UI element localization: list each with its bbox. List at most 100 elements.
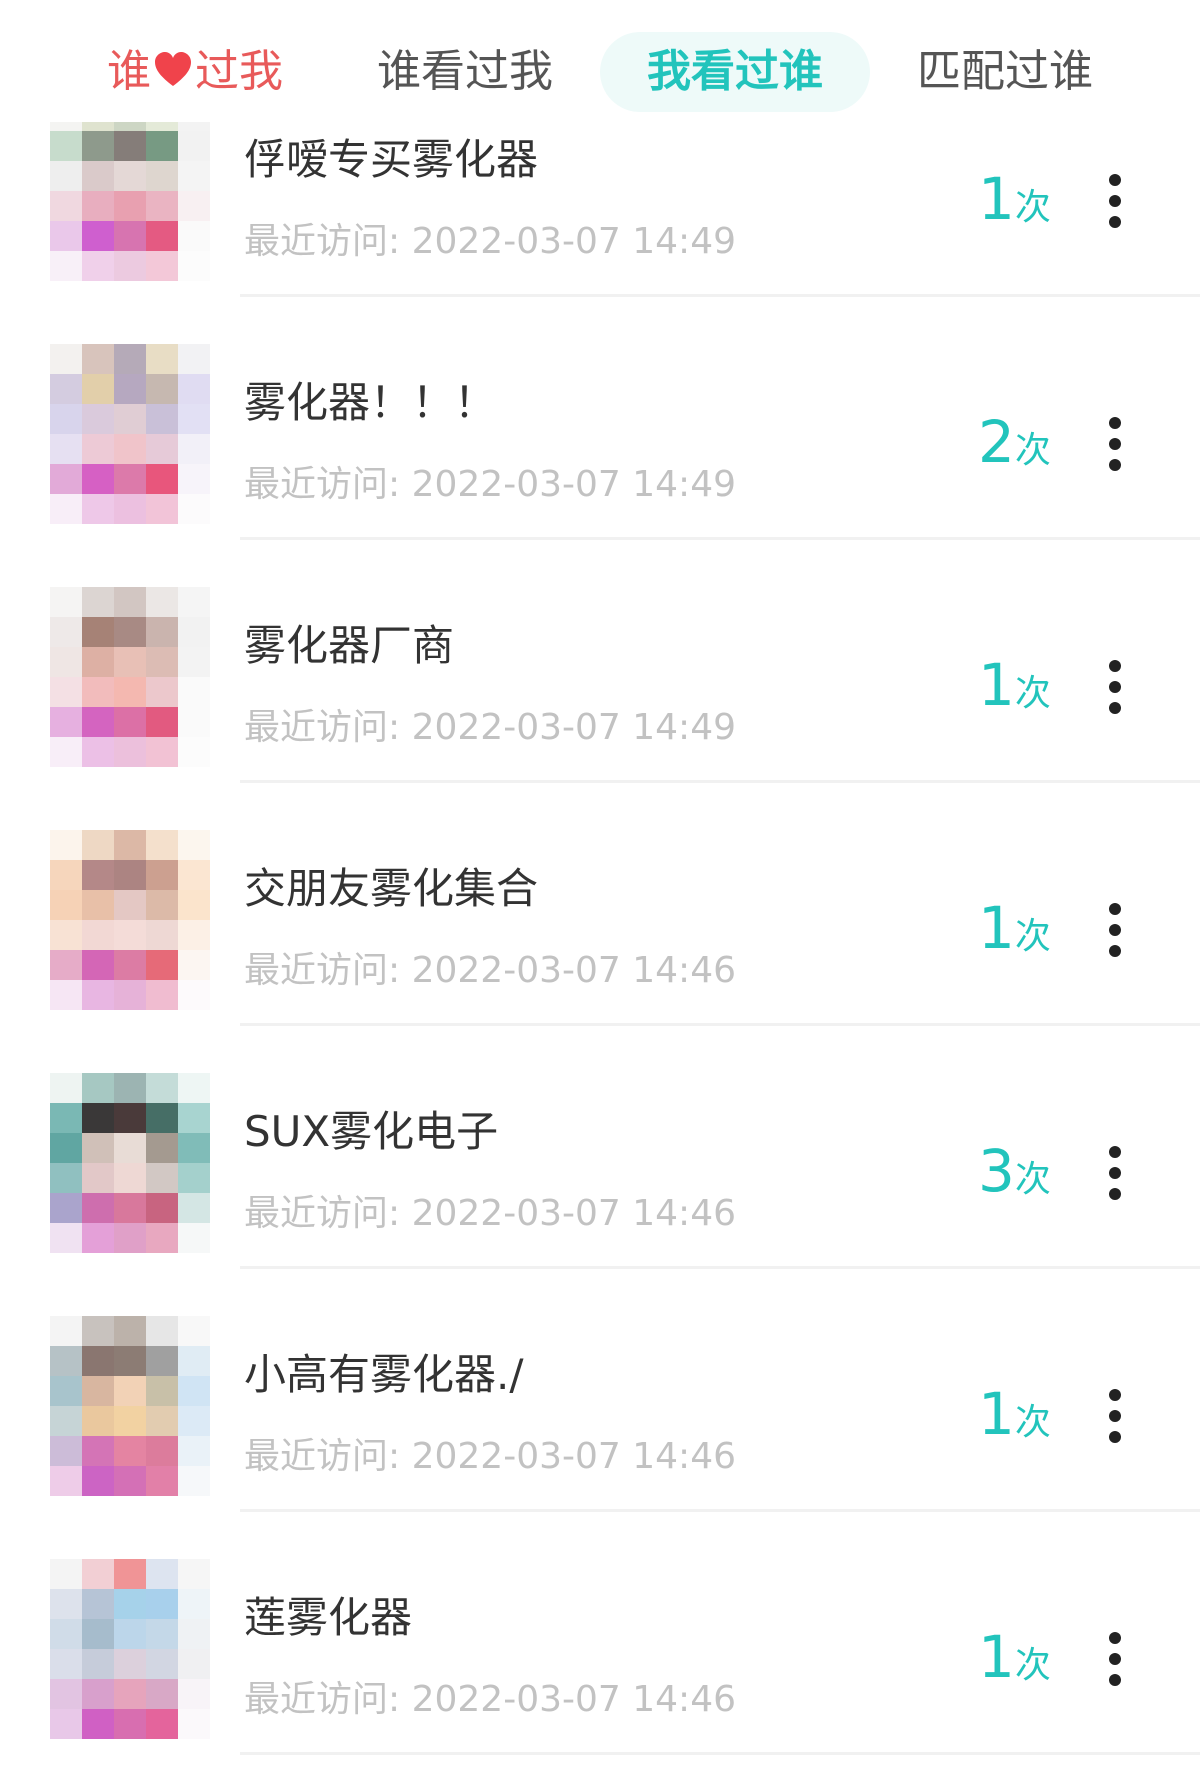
visit-count-number: 1 [978,894,1015,962]
avatar-pixel [146,1649,178,1679]
list-item[interactable]: 小高有雾化器./ 最近访问: 2022-03-07 14:46 1次 [0,1269,1200,1512]
avatar-pixel [146,1346,178,1376]
more-vertical-icon[interactable] [1090,895,1140,965]
avatar-pixel [114,737,146,767]
avatar[interactable] [50,830,210,1010]
last-visit-text: 最近访问: 2022-03-07 14:46 [244,1678,736,1722]
avatar-pixel [114,1589,146,1619]
visit-count-number: 1 [978,1623,1015,1691]
avatar-pixel [50,1649,82,1679]
avatar-pixel [178,1193,210,1223]
visit-list-content: 俘嗳专买雾化器 最近访问: 2022-03-07 14:49 1次 雾化器！！！… [0,122,1200,1755]
avatar-pixel [114,617,146,647]
avatar-pixel [50,1223,82,1253]
more-dot [1109,945,1121,957]
avatar-pixel [50,494,82,524]
tab-viewed-me[interactable]: 谁看过我 [340,32,590,112]
avatar-pixel [178,860,210,890]
avatar-pixel [146,1073,178,1103]
avatar[interactable] [50,1073,210,1253]
tab-matched[interactable]: 匹配过谁 [880,32,1130,112]
contact-name: 莲雾化器 [244,1593,413,1642]
avatar-pixel [82,221,114,251]
avatar-pixel [146,1466,178,1496]
tab-liked-me[interactable]: 谁过我 [60,32,330,112]
avatar-pixel [50,1103,82,1133]
avatar-pixel [82,131,114,161]
list-item[interactable]: 雾化器厂商 最近访问: 2022-03-07 14:49 1次 [0,540,1200,783]
avatar-pixel [178,434,210,464]
avatar-pixel [178,920,210,950]
avatar-pixel [114,1103,146,1133]
avatar-pixel [50,251,82,281]
avatar-pixel [82,344,114,374]
avatar-pixel [114,1436,146,1466]
avatar-pixel [114,251,146,281]
more-vertical-icon[interactable] [1090,409,1140,479]
avatar-pixel [146,1679,178,1709]
avatar-pixel [50,1376,82,1406]
avatar-pixel [178,737,210,767]
more-vertical-icon[interactable] [1090,1381,1140,1451]
avatar[interactable] [50,587,210,767]
avatar-pixel [82,647,114,677]
contact-name: 雾化器！！！ [244,378,497,427]
avatar-pixel [82,617,114,647]
avatar-pixel [114,404,146,434]
avatar[interactable] [50,344,210,524]
list-item[interactable]: 莲雾化器 最近访问: 2022-03-07 14:46 1次 [0,1512,1200,1755]
avatar-pixel [50,191,82,221]
avatar-pixel [114,587,146,617]
avatar-pixel [114,980,146,1010]
visit-count-number: 2 [978,408,1015,476]
avatar-pixel [178,374,210,404]
visit-list[interactable]: 俘嗳专买雾化器 最近访问: 2022-03-07 14:49 1次 雾化器！！！… [0,122,1200,1786]
visit-count-number: 1 [978,651,1015,719]
avatar-pixel [114,494,146,524]
avatar-pixel [146,617,178,647]
more-vertical-icon[interactable] [1090,1624,1140,1694]
avatar-pixel [82,1406,114,1436]
avatar-pixel [82,1346,114,1376]
more-dot [1109,1146,1121,1158]
avatar-pixel [178,950,210,980]
avatar-pixel [146,860,178,890]
list-item[interactable]: SUX雾化电子 最近访问: 2022-03-07 14:46 3次 [0,1026,1200,1269]
avatar-pixel [82,1559,114,1589]
list-item[interactable]: 交朋友雾化集合 最近访问: 2022-03-07 14:46 1次 [0,783,1200,1026]
avatar-pixel [178,494,210,524]
avatar-pixel [82,1709,114,1739]
more-dot [1109,216,1121,228]
list-item[interactable]: 俘嗳专买雾化器 最近访问: 2022-03-07 14:49 1次 [0,122,1200,297]
list-item[interactable]: 雾化器！！！ 最近访问: 2022-03-07 14:49 2次 [0,297,1200,540]
more-vertical-icon[interactable] [1090,1138,1140,1208]
last-visit-text: 最近访问: 2022-03-07 14:49 [244,706,736,750]
avatar-pixel [146,980,178,1010]
avatar-pixel [178,161,210,191]
avatar-pixel [178,1649,210,1679]
visit-count: 1次 [978,1379,1078,1464]
avatar-pixel [114,950,146,980]
avatar[interactable] [50,122,210,281]
avatar-pixel [82,1223,114,1253]
avatar-pixel [146,122,178,131]
tab-i-viewed[interactable]: 我看过谁 [600,32,870,112]
last-visit-text: 最近访问: 2022-03-07 14:49 [244,463,736,507]
avatar[interactable] [50,1316,210,1496]
avatar-pixel [146,404,178,434]
last-visit-text: 最近访问: 2022-03-07 14:46 [244,949,736,993]
visit-count-unit: 次 [1014,1159,1051,1200]
more-vertical-icon[interactable] [1090,166,1140,236]
visit-count: 2次 [978,407,1078,492]
more-vertical-icon[interactable] [1090,652,1140,722]
avatar-pixel [146,1619,178,1649]
avatar-pixel [114,1073,146,1103]
more-dot [1109,660,1121,672]
more-dot [1109,1653,1121,1665]
avatar-pixel [114,1679,146,1709]
contact-name: SUX雾化电子 [244,1107,499,1156]
visit-count-number: 1 [978,165,1015,233]
avatar-pixel [82,161,114,191]
avatar[interactable] [50,1559,210,1739]
avatar-pixel [114,344,146,374]
